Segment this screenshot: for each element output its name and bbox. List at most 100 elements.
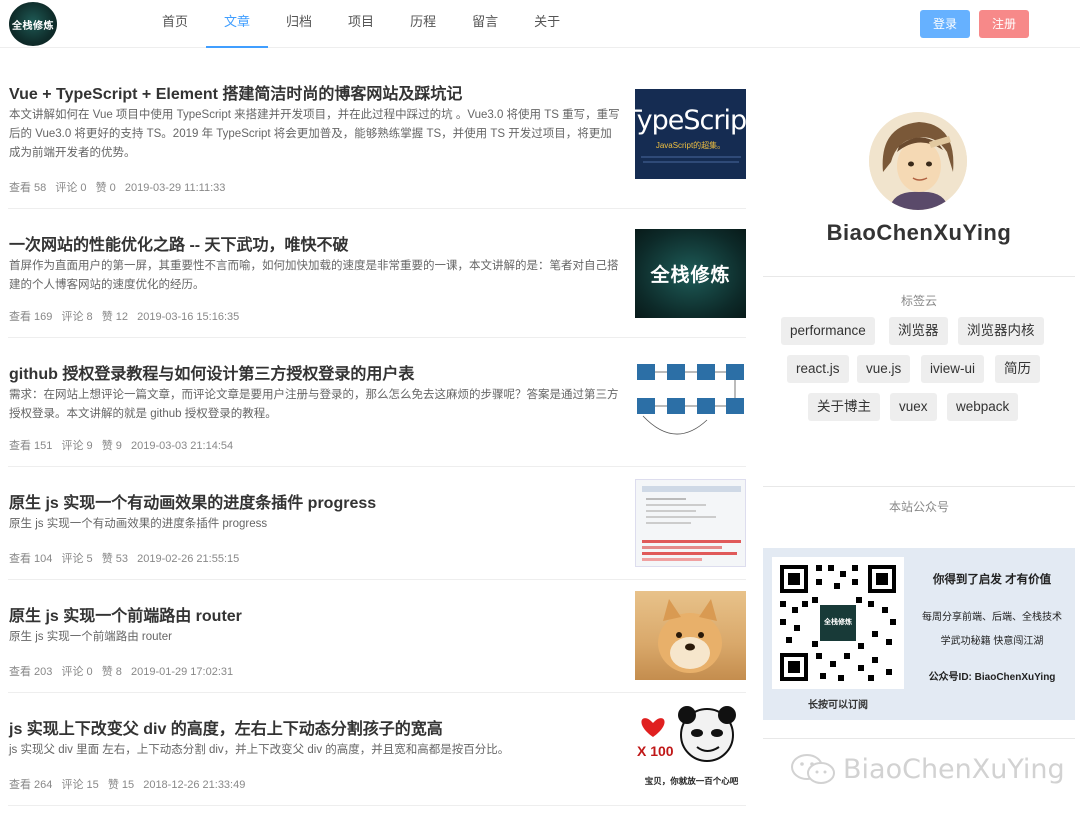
article-meta: 查看 203 评论 0 赞 8 2019-01-29 17:02:31 <box>9 663 239 679</box>
author-username: BiaoChenXuYing <box>826 220 1012 245</box>
comment-count: 评论 9 <box>61 440 93 452</box>
article-desc: 原生 js 实现一个有动画效果的进度条插件 progress <box>9 518 268 530</box>
tag-resume[interactable]: 简历 <box>995 355 1040 383</box>
comment-count: 评论 5 <box>61 553 93 565</box>
section-divider <box>763 276 1075 277</box>
tag-browser-kernel[interactable]: 浏览器内核 <box>958 317 1044 345</box>
nav-archive[interactable]: 归档 <box>268 0 330 48</box>
comment-count: 评论 0 <box>61 666 93 678</box>
tag-browser[interactable]: 浏览器 <box>889 317 948 345</box>
nav-about[interactable]: 关于 <box>516 0 578 48</box>
comment-count: 评论 8 <box>61 311 93 323</box>
watermark-text: BiaoChenXuYing <box>843 753 1065 785</box>
publish-date: 2019-03-29 11:11:33 <box>124 182 226 194</box>
article-title[interactable]: 一次网站的性能优化之路 -- 天下武功，唯快不破 <box>9 231 349 255</box>
like-count: 赞 12 <box>101 311 129 323</box>
like-count: 赞 0 <box>95 182 116 194</box>
author-avatar[interactable] <box>869 112 967 210</box>
like-count: 赞 53 <box>101 553 129 565</box>
thumb-text: 全栈修炼 <box>650 265 731 286</box>
article-thumbnail[interactable] <box>635 479 746 567</box>
publish-date: 2019-03-03 21:14:54 <box>130 440 234 452</box>
view-count: 查看 151 <box>9 440 53 452</box>
qr-center-logo-text: 全栈修炼 <box>824 619 852 626</box>
qr-code[interactable]: 全栈修炼 <box>772 557 904 689</box>
view-count: 查看 58 <box>9 182 47 194</box>
nav-message[interactable]: 留言 <box>454 0 516 48</box>
thumb-typescript-title: TypeScript <box>635 105 746 136</box>
article-item[interactable]: 原生 js 实现一个有动画效果的进度条插件 progress 原生 js 实现一… <box>8 467 746 580</box>
tag-react[interactable]: react.js <box>787 355 849 383</box>
article-desc: js 实现父 div 里面 左右，上下动态分割 div，并上下改变父 div 的… <box>9 744 510 756</box>
main-nav: 首页 文章 归档 项目 历程 留言 关于 <box>144 0 578 48</box>
view-count: 查看 169 <box>9 311 53 323</box>
article-item[interactable]: Vue + TypeScript + Element 搭建简洁时尚的博客网站及踩… <box>8 66 746 209</box>
article-meta: 查看 264 评论 15 赞 15 2018-12-26 21:33:49 <box>9 776 251 792</box>
tag-about-author[interactable]: 关于博主 <box>808 393 880 421</box>
tag-vue[interactable]: vue.js <box>857 355 911 383</box>
wechat-qr-card: 全栈修炼 长按可以订阅 你得到了启发 才有价值 每周分享前端、后端、全栈技术 学… <box>763 548 1075 720</box>
publish-date: 2019-03-16 15:16:35 <box>137 311 240 323</box>
article-item[interactable]: github 授权登录教程与如何设计第三方授权登录的用户表 需求：在网站上想评论… <box>8 338 746 467</box>
register-button[interactable]: 注册 <box>979 10 1029 38</box>
thumb-text-line <box>642 161 739 163</box>
nav-home[interactable]: 首页 <box>144 0 206 48</box>
section-divider <box>763 486 1075 487</box>
logo-text: 全栈修炼 <box>12 20 54 32</box>
publish-date: 2019-01-29 17:02:31 <box>130 666 234 678</box>
qr-promo-line: 学武功秘籍 快意闯江湖 <box>940 636 1044 647</box>
article-title[interactable]: 原生 js 实现一个前端路由 router <box>9 602 242 626</box>
top-header: 全栈修炼 首页 文章 归档 项目 历程 留言 关于 登录 注册 <box>0 0 1080 48</box>
qr-account-id: 公众号ID: BiaoChenXuYing <box>928 672 1056 683</box>
like-count: 赞 8 <box>101 666 122 678</box>
qr-promo-line: 每周分享前端、后端、全栈技术 <box>922 612 1062 623</box>
wechat-section-title: 本站公众号 <box>888 500 949 514</box>
comment-count: 评论 0 <box>55 182 87 194</box>
wechat-icon <box>791 754 835 784</box>
article-title[interactable]: Vue + TypeScript + Element 搭建简洁时尚的博客网站及踩… <box>9 80 462 104</box>
tag-iview-ui[interactable]: iview-ui <box>921 355 985 383</box>
nav-projects[interactable]: 项目 <box>330 0 392 48</box>
thumb-typescript-sub: JavaScript的超集。 <box>655 141 726 150</box>
article-item[interactable]: 一次网站的性能优化之路 -- 天下武功，唯快不破 首屏作为直面用户的第一屏，其重… <box>8 209 746 338</box>
flow-diagram-image <box>637 364 744 435</box>
article-desc: 本文讲解如何在 Vue 项目中使用 TypeScript 来搭建并开发项目，并在… <box>9 109 620 159</box>
article-item[interactable]: js 实现上下改变父 div 的高度，左右上下动态分割孩子的宽高 js 实现父 … <box>8 693 746 806</box>
tag-vuex[interactable]: vuex <box>890 393 937 421</box>
nav-articles[interactable]: 文章 <box>206 0 269 48</box>
article-desc: 首屏作为直面用户的第一屏，其重要性不言而喻，如何加快加载的速度是非常重要的一课，… <box>9 260 619 291</box>
avatar-illustration-image <box>869 112 967 210</box>
article-thumbnail[interactable]: TypeScript JavaScript的超集。 <box>635 89 746 179</box>
view-count: 查看 203 <box>9 666 53 678</box>
article-thumbnail[interactable] <box>635 358 746 450</box>
thumb-text-line <box>640 156 741 158</box>
tag-cloud-title: 标签云 <box>900 294 937 308</box>
article-title[interactable]: js 实现上下改变父 div 的高度，左右上下动态分割孩子的宽高 <box>9 715 443 739</box>
qr-promo-line: 你得到了启发 才有价值 <box>932 574 1052 586</box>
sidebar: BiaoChenXuYing 标签云 performance 浏览器 浏览器内核… <box>763 48 1075 822</box>
wechat-watermark: BiaoChenXuYing <box>789 752 1065 786</box>
doge-image <box>658 599 722 673</box>
like-count: 赞 15 <box>107 779 135 791</box>
site-logo[interactable]: 全栈修炼 <box>9 2 57 46</box>
article-meta: 查看 58 评论 0 赞 0 2019-03-29 11:11:33 <box>9 179 231 195</box>
article-desc: 需求：在网站上想评论一篇文章，而评论文章是要用户注册与登录的，那么怎么免去这麻烦… <box>9 389 619 420</box>
article-item[interactable]: 原生 js 实现一个前端路由 router 原生 js 实现一个前端路由 rou… <box>8 580 746 693</box>
article-thumbnail[interactable]: 全栈修炼 <box>635 229 746 318</box>
panda-meme-image <box>641 706 736 762</box>
article-thumbnail[interactable] <box>635 591 746 680</box>
tag-webpack[interactable]: webpack <box>947 393 1019 421</box>
comment-count: 评论 15 <box>61 779 99 791</box>
tag-performance[interactable]: performance <box>781 317 875 345</box>
article-thumbnail[interactable]: X 100 宝贝，你就放一百个心吧 <box>635 703 746 793</box>
article-list: Vue + TypeScript + Element 搭建简洁时尚的博客网站及踩… <box>8 66 746 806</box>
article-meta: 查看 169 评论 8 赞 12 2019-03-16 15:16:35 <box>9 308 245 324</box>
meme-caption: 宝贝，你就放一百个心吧 <box>644 776 739 786</box>
article-title[interactable]: 原生 js 实现一个有动画效果的进度条插件 progress <box>9 489 376 513</box>
article-title[interactable]: github 授权登录教程与如何设计第三方授权登录的用户表 <box>9 360 414 384</box>
publish-date: 2018-12-26 21:33:49 <box>143 779 246 791</box>
login-button[interactable]: 登录 <box>920 10 970 38</box>
article-meta: 查看 104 评论 5 赞 53 2019-02-26 21:55:15 <box>9 550 245 566</box>
nav-timeline[interactable]: 历程 <box>392 0 454 48</box>
article-meta: 查看 151 评论 9 赞 9 2019-03-03 21:14:54 <box>9 437 239 453</box>
